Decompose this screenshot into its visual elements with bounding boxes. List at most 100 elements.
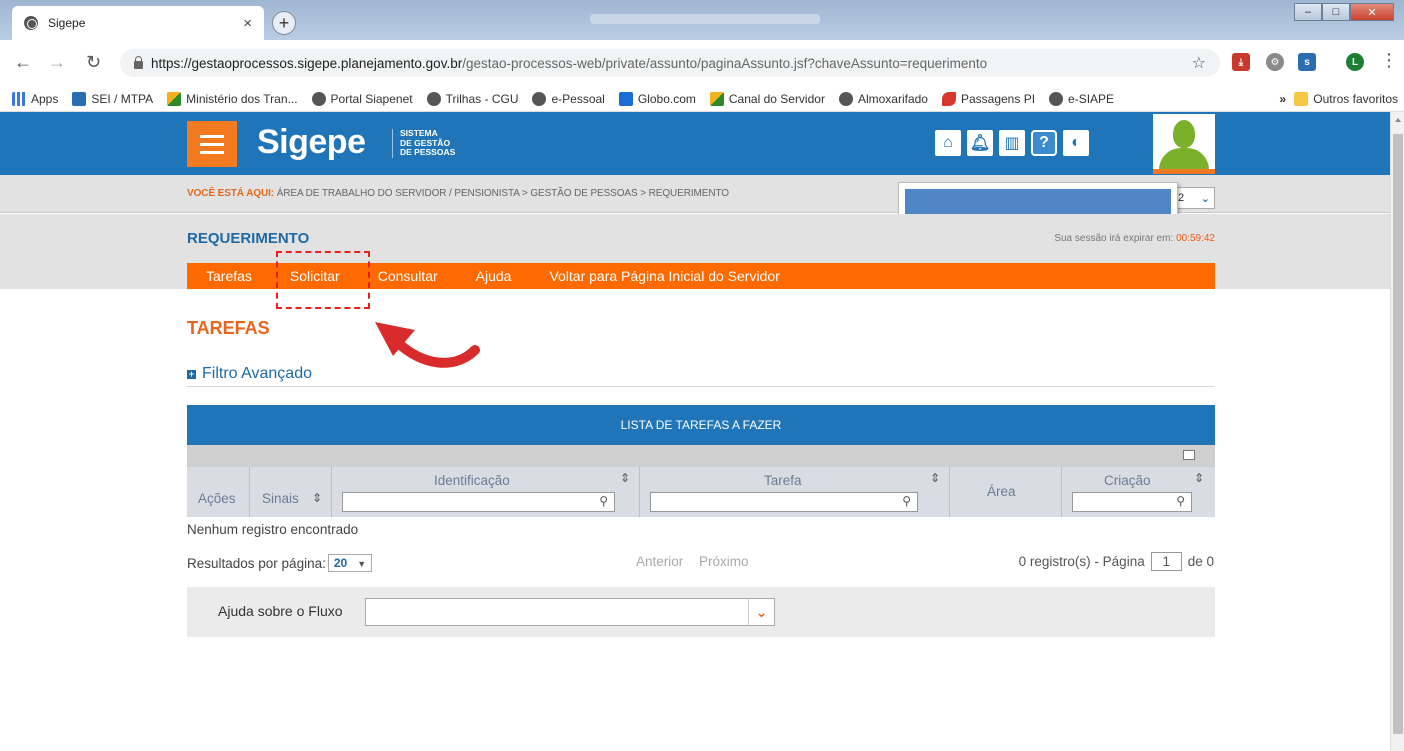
column-acoes: Ações xyxy=(187,467,250,517)
grid-title: LISTA DE TAREFAS A FAZER xyxy=(187,405,1215,445)
bookmark-sei[interactable]: SEI / MTPA xyxy=(72,91,153,106)
grid-toolbar xyxy=(187,445,1215,467)
criacao-search-input[interactable]: ⚲ xyxy=(1072,492,1192,512)
user-popup-item[interactable] xyxy=(905,189,1171,215)
globe-icon xyxy=(311,91,326,106)
menu-tarefas[interactable]: Tarefas xyxy=(187,268,271,284)
scroll-up-icon[interactable] xyxy=(1395,118,1401,122)
close-window-button[interactable]: ✕ xyxy=(1350,3,1394,21)
bookmark-epessoal[interactable]: e-Pessoal xyxy=(532,91,605,106)
sort-icon[interactable]: ⇕ xyxy=(312,491,322,505)
reload-icon[interactable]: ↻ xyxy=(86,52,101,73)
user-avatar[interactable] xyxy=(1153,114,1215,174)
column-tarefa: Tarefa ⇕ ⚲ xyxy=(640,467,950,517)
window-title xyxy=(590,14,820,24)
results-per-page: Resultados por página: 20 ▼ xyxy=(187,554,373,572)
page-content: Sigepe SISTEMA DE GESTÃO DE PESSOAS ⌂ 🔔︎… xyxy=(0,112,1390,751)
sigepe-header: Sigepe SISTEMA DE GESTÃO DE PESSOAS ⌂ 🔔︎… xyxy=(0,112,1390,175)
address-bar[interactable]: https://gestaoprocessos.sigepe.planejame… xyxy=(120,49,1220,77)
bookmarks-bar: Apps SEI / MTPA Ministério dos Tran... P… xyxy=(0,86,1404,112)
globe-icon xyxy=(1049,91,1064,106)
previous-page-link[interactable]: Anterior xyxy=(636,554,683,569)
identificacao-search-input[interactable]: ⚲ xyxy=(342,492,615,512)
browser-menu-icon[interactable]: ⋮ xyxy=(1380,50,1398,71)
profile-avatar-icon[interactable]: L xyxy=(1346,53,1364,71)
red-arrow-annotation xyxy=(375,322,480,368)
page-title: REQUERIMENTO xyxy=(187,230,310,247)
more-bookmarks-button[interactable]: » xyxy=(1279,92,1286,106)
pdf-extension-icon[interactable]: ⤓ xyxy=(1232,53,1250,71)
home-icon[interactable]: ⌂ xyxy=(935,130,961,156)
flag-icon xyxy=(709,91,724,106)
breadcrumb-path: ÁREA DE TRABALHO DO SERVIDOR / PENSIONIS… xyxy=(276,188,729,199)
window-icon[interactable] xyxy=(1183,450,1195,460)
sei-extension-icon[interactable]: s xyxy=(1298,53,1316,71)
bookmark-almoxarifado[interactable]: Almoxarifado xyxy=(838,91,928,106)
search-icon: ⚲ xyxy=(902,494,911,508)
header-icons: ⌂ 🔔︎ ▥ ? ◐ xyxy=(935,130,1089,156)
bookmark-siapenet[interactable]: Portal Siapenet xyxy=(311,91,413,106)
column-sinais[interactable]: Sinais ⇕ xyxy=(250,467,332,517)
page-number-input[interactable]: 1 xyxy=(1150,552,1182,571)
close-tab-icon[interactable]: × xyxy=(243,15,252,32)
session-timer: Sua sessão irá expirar em: 00:59:42 xyxy=(1054,233,1215,244)
help-icon[interactable]: ? xyxy=(1031,130,1057,156)
page-scrollbar[interactable] xyxy=(1390,112,1404,751)
profile-dropdown[interactable]: 2 ⌄ xyxy=(1173,187,1215,209)
per-page-select[interactable]: 20 ▼ xyxy=(327,554,373,572)
advanced-filter-toggle[interactable]: + Filtro Avançado xyxy=(187,365,312,383)
window-controls: – □ ✕ xyxy=(1294,3,1394,21)
column-criacao: Criação ⇕ ⚲ xyxy=(1062,467,1215,517)
lock-icon xyxy=(134,56,143,69)
menu-ajuda[interactable]: Ajuda xyxy=(457,268,531,284)
maximize-button[interactable]: □ xyxy=(1322,3,1350,21)
forward-icon[interactable]: → xyxy=(48,52,66,73)
plus-icon: + xyxy=(187,368,196,379)
tarefa-search-input[interactable]: ⚲ xyxy=(650,492,918,512)
url-host: https://gestaoprocessos.sigepe.planejame… xyxy=(151,55,463,71)
bookmark-passagens[interactable]: Passagens PI xyxy=(941,91,1035,106)
bookmark-apps[interactable]: Apps xyxy=(12,91,58,106)
browser-tab[interactable]: Sigepe × xyxy=(12,6,264,40)
contrast-icon[interactable]: ◐ xyxy=(1063,130,1089,156)
extension-icon[interactable]: ⚙ xyxy=(1266,53,1284,71)
hamburger-menu-icon[interactable] xyxy=(187,121,237,167)
globe-icon xyxy=(532,91,547,106)
sort-icon[interactable]: ⇕ xyxy=(930,471,940,485)
other-bookmarks[interactable]: Outros favoritos xyxy=(1294,91,1398,106)
help-flow-select[interactable]: ⌄ xyxy=(365,598,775,626)
minimize-button[interactable]: – xyxy=(1294,3,1322,21)
bookmark-trilhas[interactable]: Trilhas - CGU xyxy=(426,91,518,106)
apps-icon xyxy=(12,91,26,106)
scrollbar-thumb[interactable] xyxy=(1393,134,1403,734)
search-icon: ⚲ xyxy=(1176,494,1185,508)
pager: Anterior Próximo xyxy=(636,554,761,569)
next-page-link[interactable]: Próximo xyxy=(699,554,749,569)
bookmark-esiape[interactable]: e-SIAPE xyxy=(1049,91,1114,106)
sort-icon[interactable]: ⇕ xyxy=(1194,471,1204,485)
airplane-icon xyxy=(941,91,956,106)
empty-message: Nenhum registro encontrado xyxy=(187,522,359,537)
logo-subtitle: SISTEMA DE GESTÃO DE PESSOAS xyxy=(392,128,455,158)
tab-title: Sigepe xyxy=(48,16,86,30)
book-icon[interactable]: ▥ xyxy=(999,130,1025,156)
globe-icon xyxy=(24,16,38,30)
bookmark-ministerio[interactable]: Ministério dos Tran... xyxy=(167,91,298,106)
sort-icon[interactable]: ⇕ xyxy=(620,471,630,485)
sigepe-logo: Sigepe xyxy=(257,123,366,161)
globo-icon xyxy=(618,91,633,106)
bookmark-star-icon[interactable]: ☆ xyxy=(1192,53,1206,73)
bell-icon[interactable]: 🔔︎ xyxy=(967,130,993,156)
dropdown-arrow-icon: ▼ xyxy=(357,559,367,569)
highlight-box xyxy=(276,251,370,309)
back-icon[interactable]: ← xyxy=(14,52,32,73)
new-tab-button[interactable]: + xyxy=(272,11,296,35)
menu-voltar[interactable]: Voltar para Página Inicial do Servidor xyxy=(530,268,798,284)
browser-tab-strip: Sigepe × + – □ ✕ xyxy=(0,0,1404,40)
section-title: TAREFAS xyxy=(187,318,270,338)
bookmark-globo[interactable]: Globo.com xyxy=(618,91,696,106)
menu-consultar[interactable]: Consultar xyxy=(359,268,457,284)
bookmark-canal[interactable]: Canal do Servidor xyxy=(709,91,825,106)
column-identificacao: Identificação ⇕ ⚲ xyxy=(332,467,640,517)
breadcrumb: VOCÊ ESTÁ AQUI: ÁREA DE TRABALHO DO SERV… xyxy=(187,188,729,199)
